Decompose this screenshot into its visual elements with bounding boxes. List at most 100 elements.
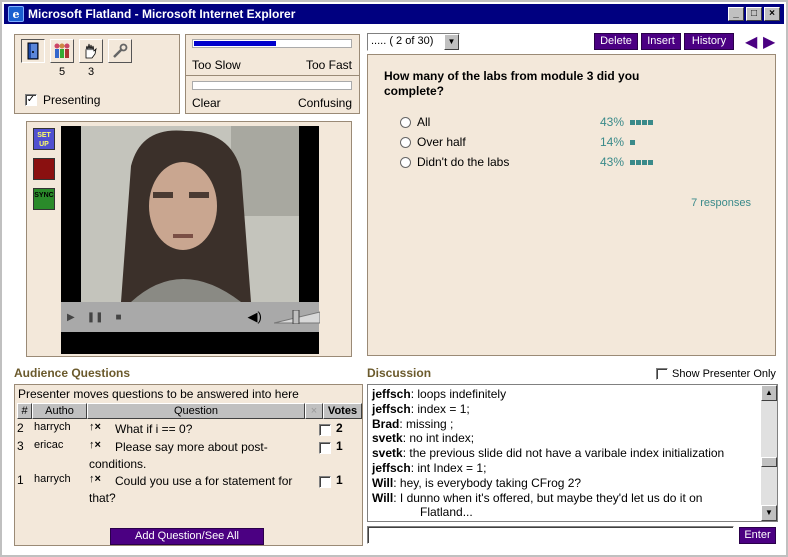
ie-icon: e: [8, 6, 24, 22]
show-presenter-only-checkbox[interactable]: [656, 368, 668, 380]
poll-option-label: All: [417, 115, 431, 129]
title-bar: e Microsoft Flatland - Microsoft Interne…: [4, 4, 784, 24]
poll-bar-block: [648, 160, 653, 165]
clarity-bar: [192, 81, 352, 90]
add-question-button[interactable]: Add Question/See All: [110, 528, 264, 545]
scroll-up-icon[interactable]: ▲: [761, 385, 777, 401]
row-number: 2: [17, 421, 24, 435]
radio-button[interactable]: [400, 156, 411, 168]
feedback-panel: Too Slow Too Fast Clear Confusing: [185, 34, 360, 114]
presenting-label: Presenting: [43, 93, 101, 107]
enter-button[interactable]: Enter: [739, 527, 776, 544]
prev-slide-icon[interactable]: ◀: [745, 32, 757, 52]
scroll-down-icon[interactable]: ▼: [761, 505, 777, 521]
stop-broadcast-button[interactable]: [33, 158, 55, 180]
row-number: 1: [17, 473, 24, 487]
col-remove[interactable]: ×: [305, 403, 323, 419]
chat-message: jeffsch: index = 1;: [372, 402, 758, 417]
col-number[interactable]: #: [17, 403, 32, 419]
video-player[interactable]: ▶ ❚❚ ■ ◀): [61, 126, 321, 354]
wrench-icon[interactable]: [108, 39, 132, 63]
scroll-thumb[interactable]: [761, 457, 777, 467]
chat-message: Will: hey, is everybody taking CFrog 2?: [372, 476, 758, 491]
presenter-video-image: [81, 126, 299, 302]
chat-text: : missing ;: [399, 416, 454, 431]
discussion-scrollbar[interactable]: ▲ ▼: [761, 385, 777, 521]
audience-icon[interactable]: [50, 39, 74, 63]
setup-button[interactable]: SET UP: [33, 128, 55, 150]
chat-input[interactable]: [367, 526, 734, 544]
col-votes[interactable]: Votes: [323, 403, 362, 419]
too-slow-label: Too Slow: [192, 58, 241, 72]
poll-option[interactable]: All: [400, 115, 430, 129]
chat-text: : int Index = 1;: [410, 460, 487, 475]
minimize-button[interactable]: _: [728, 7, 744, 21]
close-button[interactable]: ×: [764, 7, 780, 21]
chat-messages: jeffsch: loops indefinitely jeffsch: inde…: [372, 387, 758, 520]
poll-option[interactable]: Over half: [400, 135, 466, 149]
row-votes: 1: [336, 439, 343, 453]
video-controls: ▶ ❚❚ ■ ◀): [61, 302, 321, 332]
chat-text: : index = 1;: [410, 401, 470, 416]
chat-user: Will: [372, 475, 394, 490]
poll-bar-block: [636, 160, 641, 165]
clear-label: Clear: [192, 96, 221, 110]
poll-option-percent: 43%: [600, 115, 625, 129]
poll-question-text: How many of the labs from module 3 did y…: [384, 69, 640, 98]
flatland-content: 5 3 ✓ Presenting Too Slow Too Fast Clear…: [4, 26, 784, 555]
chat-user: jeffsch: [372, 460, 411, 475]
audience-questions-panel: Presenter moves questions to be answered…: [14, 384, 363, 546]
audience-questions-title: Audience Questions: [14, 366, 131, 380]
row-question: What if i == 0?: [115, 422, 193, 436]
volume-icon[interactable]: ◀): [248, 309, 262, 325]
audience-count: 5: [58, 66, 66, 78]
poll-option-percent: 14%: [600, 135, 625, 149]
insert-button[interactable]: Insert: [641, 33, 681, 50]
radio-button[interactable]: [400, 136, 411, 148]
poll-option[interactable]: Didn't do the labs: [400, 155, 509, 169]
door-icon[interactable]: [21, 39, 45, 63]
radio-button[interactable]: [400, 116, 411, 128]
raised-hand-icon[interactable]: [79, 39, 103, 63]
window-title: Microsoft Flatland - Microsoft Internet …: [28, 7, 296, 21]
poll-option-bar: [630, 120, 653, 125]
chat-user: jeffsch: [372, 387, 411, 401]
poll-option-bar: [630, 140, 635, 145]
row-question: Please say more about post-conditions.: [89, 440, 268, 471]
delete-button[interactable]: Delete: [594, 33, 638, 50]
pause-icon[interactable]: ❚❚: [87, 312, 104, 323]
video-panel: SET UP SYNC ▶ ❚❚ ■ ◀): [26, 121, 352, 357]
stop-icon[interactable]: ■: [115, 312, 121, 323]
raised-hands-count: 3: [87, 66, 95, 78]
presenting-checkbox[interactable]: ✓: [25, 94, 37, 106]
row-question: Could you use a for statement for that?: [89, 474, 293, 505]
divider: [186, 75, 359, 76]
col-author[interactable]: Autho: [32, 403, 87, 419]
row-number: 3: [17, 439, 24, 453]
chat-message: Brad: missing ;: [372, 417, 758, 432]
col-question[interactable]: Question: [87, 403, 305, 419]
poll-option-label: Didn't do the labs: [417, 155, 510, 169]
discussion-log[interactable]: jeffsch: loops indefinitely jeffsch: inde…: [367, 384, 778, 522]
chat-message: jeffsch: int Index = 1;: [372, 461, 758, 476]
volume-slider[interactable]: [273, 309, 321, 325]
chat-message: Will: I dunno when it's offered, but may…: [372, 491, 758, 506]
page-select[interactable]: ..... ( 2 of 30) ▼: [367, 33, 460, 51]
vote-checkbox[interactable]: [319, 476, 331, 488]
speed-bar: [192, 39, 352, 48]
confusing-label: Confusing: [297, 96, 352, 110]
row-author: ericac: [34, 439, 64, 451]
sync-button[interactable]: SYNC: [33, 188, 55, 210]
too-fast-label: Too Fast: [305, 58, 352, 72]
vote-checkbox[interactable]: [319, 424, 331, 436]
chat-continuation: Flatland...: [420, 505, 473, 520]
chat-text: : I dunno when it's offered, but maybe t…: [393, 490, 703, 505]
play-icon[interactable]: ▶: [67, 312, 75, 323]
history-button[interactable]: History: [684, 33, 734, 50]
chevron-down-icon[interactable]: ▼: [444, 34, 459, 50]
maximize-button[interactable]: □: [746, 7, 762, 21]
next-slide-icon[interactable]: ▶: [763, 32, 775, 52]
vote-checkbox[interactable]: [319, 442, 331, 454]
chat-user: jeffsch: [372, 401, 411, 416]
poll-option-label: Over half: [417, 135, 466, 149]
